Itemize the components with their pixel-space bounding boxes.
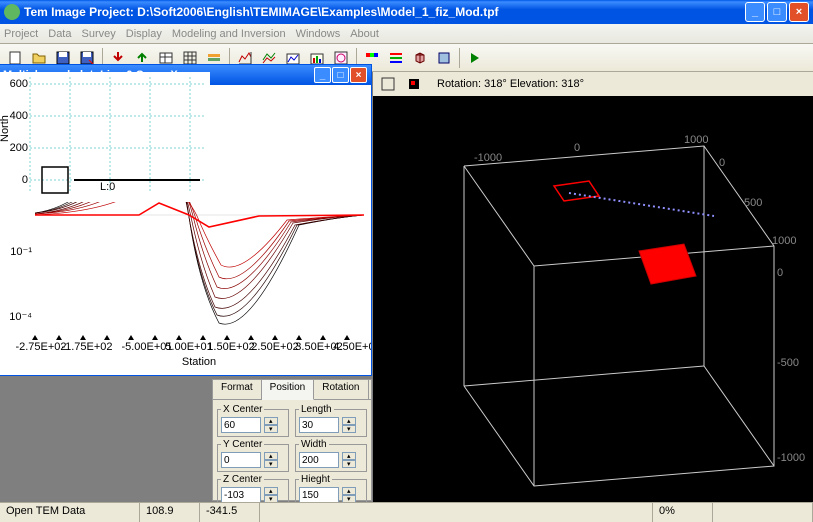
length-field: Length ▴▾	[295, 404, 367, 437]
map-ylabel: North	[0, 115, 11, 142]
svg-text:-500: -500	[777, 357, 799, 369]
menu-display[interactable]: Display	[126, 28, 162, 40]
status-left: Open TEM Data	[0, 503, 140, 522]
svg-text:500: 500	[744, 197, 762, 209]
tab-format[interactable]: Format	[213, 380, 262, 399]
status-x: 108.9	[140, 503, 200, 522]
menu-bar: Project Data Survey Display Modeling and…	[0, 24, 813, 44]
x-center-input[interactable]	[221, 417, 261, 433]
status-spacer	[260, 503, 653, 522]
rotation-label: Rotation: 318° Elevation: 318°	[437, 78, 584, 90]
minimize-button[interactable]: _	[745, 2, 765, 22]
form-tabs: Format Position Rotation	[213, 380, 371, 400]
map-line-label: L:0	[100, 181, 115, 193]
width-input[interactable]	[299, 452, 339, 468]
svg-text:4.50E+02: 4.50E+02	[333, 341, 371, 353]
x-center-up[interactable]: ▴	[264, 417, 278, 425]
width-field: Width ▴▾	[295, 439, 367, 472]
x-center-field: X Center ▴▾	[217, 404, 289, 437]
viewport-3d[interactable]: -1000 0 1000 0 500 1000 0 -500 -1000	[373, 96, 813, 502]
svg-text:5.00E+01: 5.00E+01	[165, 341, 212, 353]
main-title-bar: Tem Image Project: D:\Soft2006\English\T…	[0, 0, 813, 24]
lines-icon[interactable]	[385, 47, 407, 69]
view-btn-1[interactable]	[377, 73, 399, 95]
svg-text:1000: 1000	[684, 134, 708, 146]
tab-position[interactable]: Position	[262, 380, 315, 400]
plot-maximize-button[interactable]: □	[332, 67, 349, 83]
plot-minimize-button[interactable]: _	[314, 67, 331, 83]
window-controls: _ □ ×	[745, 2, 809, 22]
svg-text:200: 200	[10, 142, 28, 154]
box-icon[interactable]	[433, 47, 455, 69]
close-button[interactable]: ×	[789, 2, 809, 22]
menu-project[interactable]: Project	[4, 28, 38, 40]
menu-about[interactable]: About	[350, 28, 379, 40]
width-up[interactable]: ▴	[342, 452, 356, 460]
menu-survey[interactable]: Survey	[82, 28, 116, 40]
svg-text:10⁻⁴: 10⁻⁴	[9, 311, 32, 323]
run-icon[interactable]	[464, 47, 486, 69]
svg-text:1.50E+02: 1.50E+02	[207, 341, 254, 353]
y-center-up[interactable]: ▴	[264, 452, 278, 460]
length-input[interactable]	[299, 417, 339, 433]
plot-xlabel: Station	[182, 356, 216, 368]
svg-text:-2.75E+02: -2.75E+02	[15, 341, 66, 353]
svg-text:0: 0	[719, 157, 725, 169]
z-center-up[interactable]: ▴	[264, 487, 278, 495]
app-icon	[4, 4, 20, 20]
svg-text:0: 0	[777, 267, 783, 279]
plot-close-button[interactable]: ×	[350, 67, 367, 83]
width-down[interactable]: ▾	[342, 460, 356, 468]
position-form: Format Position Rotation X Center ▴▾ Len…	[212, 379, 372, 501]
maximize-button[interactable]: □	[767, 2, 787, 22]
menu-modeling[interactable]: Modeling and Inversion	[172, 28, 286, 40]
status-pct: 0%	[653, 503, 713, 522]
svg-text:0: 0	[574, 142, 580, 154]
svg-text:400: 400	[10, 110, 28, 122]
svg-text:-1.75E+02: -1.75E+02	[61, 341, 112, 353]
svg-text:0: 0	[22, 174, 28, 186]
y-center-field: Y Center ▴▾	[217, 439, 289, 472]
length-down[interactable]: ▾	[342, 425, 356, 433]
mdi-workspace: Rotation: 318° Elevation: 318° -1	[0, 72, 813, 502]
tab-rotation[interactable]: Rotation	[314, 380, 368, 399]
cube-icon[interactable]	[409, 47, 431, 69]
app-title: Tem Image Project: D:\Soft2006\English\T…	[24, 5, 745, 19]
map-area[interactable]: 600 400 200 0 North L:0	[0, 72, 210, 202]
menu-data[interactable]: Data	[48, 28, 71, 40]
svg-text:2.50E+02: 2.50E+02	[251, 341, 298, 353]
length-up[interactable]: ▴	[342, 417, 356, 425]
viewport-panel: Rotation: 318° Elevation: 318° -1	[373, 72, 813, 502]
viewport-toolbar: Rotation: 318° Elevation: 318°	[373, 72, 813, 96]
status-right	[713, 503, 813, 522]
y-center-down[interactable]: ▾	[264, 460, 278, 468]
svg-text:600: 600	[10, 78, 28, 90]
svg-text:-1000: -1000	[474, 152, 502, 164]
x-center-down[interactable]: ▾	[264, 425, 278, 433]
height-up[interactable]: ▴	[342, 487, 356, 495]
map-window: 600 400 200 0 North L:0	[0, 72, 210, 202]
menu-windows[interactable]: Windows	[296, 28, 341, 40]
status-bar: Open TEM Data 108.9 -341.5 0%	[0, 502, 813, 522]
svg-text:-1000: -1000	[777, 452, 805, 464]
y-center-input[interactable]	[221, 452, 261, 468]
svg-text:10⁻¹: 10⁻¹	[10, 246, 32, 258]
view-select-icon[interactable]	[403, 73, 425, 95]
svg-text:1000: 1000	[772, 235, 796, 247]
status-y: -341.5	[200, 503, 260, 522]
